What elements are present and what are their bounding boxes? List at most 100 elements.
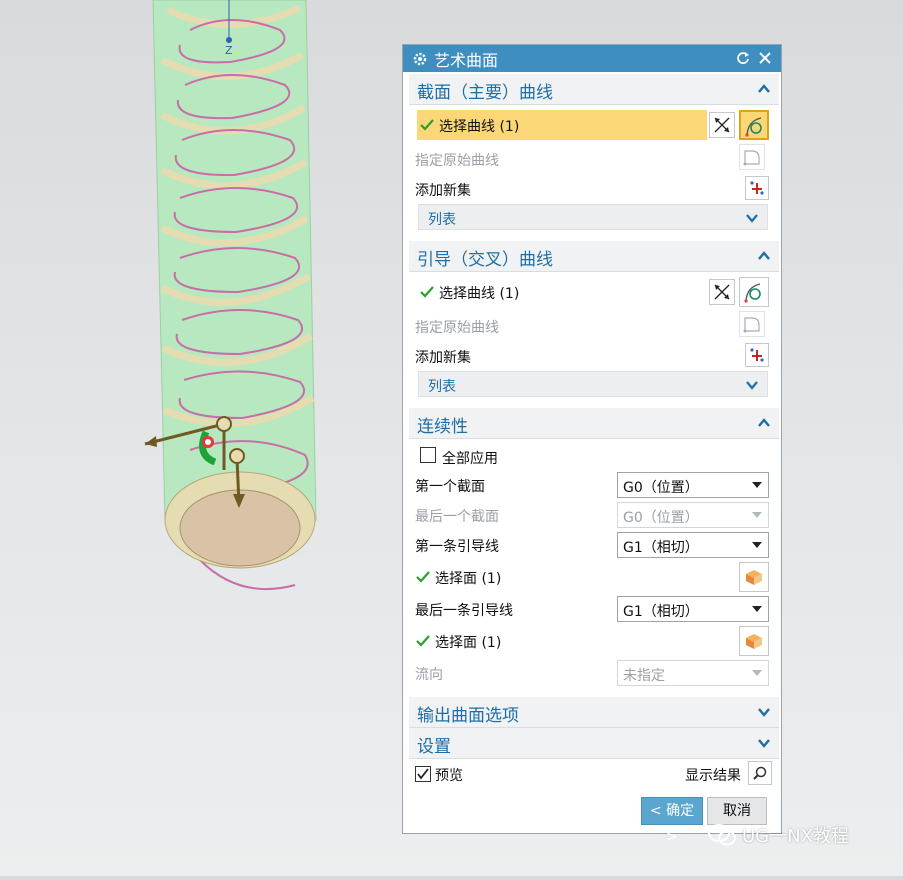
dropdown-arrow-icon xyxy=(752,542,762,548)
guide-original-curve-label: 指定原始曲线 xyxy=(415,320,499,336)
guide-curves-group: 引导（交叉）曲线 选择曲线 (1) 指定原始曲线 添加新集 列表 xyxy=(409,241,779,404)
flow-row: 流向 xyxy=(415,660,605,686)
guide-reverse-direction-button[interactable] xyxy=(709,279,735,305)
chevron-down-icon xyxy=(746,381,758,390)
reset-icon[interactable] xyxy=(735,50,751,66)
first-guide-row: 第一条引导线 xyxy=(415,532,605,558)
first-section-label: 第一个截面 xyxy=(415,479,485,495)
ok-button[interactable]: < 确定 > xyxy=(641,797,703,845)
output-options-header[interactable]: 输出曲面选项 xyxy=(409,697,779,728)
apply-all-label: 全部应用 xyxy=(442,451,498,467)
chevron-up-icon[interactable] xyxy=(757,82,771,96)
first-section-select[interactable]: G0（位置） xyxy=(617,472,769,498)
continuity-header[interactable]: 连续性 xyxy=(409,408,779,439)
guide-curve-selection-button[interactable] xyxy=(739,277,769,307)
guide-original-curve-row: 指定原始曲线 xyxy=(415,313,695,339)
flow-select: 未指定 xyxy=(617,660,769,686)
dropdown-arrow-icon xyxy=(752,512,762,518)
last-guide-face-label: 选择面 (1) xyxy=(435,635,502,651)
first-guide-select[interactable]: G1（相切） xyxy=(617,532,769,558)
section-original-curve-row: 指定原始曲线 xyxy=(415,146,695,172)
section-curves-title: 截面（主要）曲线 xyxy=(417,83,553,103)
dialog-title-bar[interactable]: 艺术曲面 xyxy=(403,45,781,72)
z-axis-label: Z xyxy=(225,44,233,57)
reverse-direction-icon xyxy=(714,117,730,133)
add-set-icon xyxy=(750,181,764,195)
section-add-set-button[interactable] xyxy=(745,176,769,200)
first-section-value: G0（位置） xyxy=(623,480,699,496)
checkmark-icon xyxy=(417,768,429,780)
curve-select-icon xyxy=(744,283,761,303)
chevron-up-icon[interactable] xyxy=(757,249,771,263)
guide-curves-title: 引导（交叉）曲线 xyxy=(417,250,553,270)
section-add-set-row: 添加新集 xyxy=(415,176,695,202)
show-result-label: 显示结果 xyxy=(685,768,741,784)
first-guide-label: 第一条引导线 xyxy=(415,539,499,555)
chevron-down-icon[interactable] xyxy=(757,736,771,750)
output-options-group: 输出曲面选项 xyxy=(409,697,779,728)
section-original-curve-label: 指定原始曲线 xyxy=(415,153,499,169)
first-guide-face-button[interactable] xyxy=(739,562,769,592)
section-list-toggle[interactable]: 列表 xyxy=(418,204,768,230)
close-icon[interactable] xyxy=(757,50,773,66)
continuity-title: 连续性 xyxy=(417,417,468,437)
last-guide-face-row[interactable]: 选择面 (1) xyxy=(413,626,703,656)
reverse-direction-icon xyxy=(714,284,730,300)
first-guide-value: G1（相切） xyxy=(623,540,699,556)
settings-group: 设置 xyxy=(409,728,779,759)
section-select-curve-label: 选择曲线 (1) xyxy=(439,119,520,135)
last-guide-face-button[interactable] xyxy=(739,626,769,656)
curve-selection-button[interactable] xyxy=(739,110,769,140)
guide-add-set-row: 添加新集 xyxy=(415,343,695,369)
output-options-title: 输出曲面选项 xyxy=(417,706,519,726)
guide-list-toggle[interactable]: 列表 xyxy=(418,371,768,397)
face-select-icon xyxy=(746,634,762,649)
watermark: UG一NX教程 xyxy=(708,822,849,848)
apply-all-row: 全部应用 xyxy=(442,444,592,470)
last-section-label: 最后一个截面 xyxy=(415,509,499,525)
guide-original-curve-button[interactable] xyxy=(739,311,765,337)
flow-label: 流向 xyxy=(415,667,443,683)
wechat-logo-icon xyxy=(708,824,736,846)
guide-list-label: 列表 xyxy=(428,379,456,395)
check-icon xyxy=(416,571,430,583)
settings-header[interactable]: 设置 xyxy=(409,728,779,759)
section-curves-group: 截面（主要）曲线 选择曲线 (1) 指定原始曲线 添加新集 列表 xyxy=(409,74,779,237)
preview-checkbox[interactable] xyxy=(415,766,431,782)
section-add-set-label: 添加新集 xyxy=(415,183,471,199)
magnifier-icon xyxy=(753,766,767,780)
last-guide-select[interactable]: G1（相切） xyxy=(617,596,769,622)
first-section-row: 第一个截面 xyxy=(415,472,605,498)
guide-add-set-button[interactable] xyxy=(745,343,769,367)
reverse-direction-button[interactable] xyxy=(709,112,735,138)
section-curves-header[interactable]: 截面（主要）曲线 xyxy=(409,74,779,105)
watermark-text: UG一NX教程 xyxy=(742,826,849,847)
first-guide-face-row[interactable]: 选择面 (1) xyxy=(413,562,703,592)
check-icon xyxy=(420,119,434,131)
chevron-down-icon[interactable] xyxy=(757,705,771,719)
last-guide-value: G1（相切） xyxy=(623,604,699,620)
curve-corner-icon xyxy=(743,150,760,166)
chevron-up-icon[interactable] xyxy=(757,416,771,430)
last-section-row: 最后一个截面 xyxy=(415,502,605,528)
chevron-down-icon xyxy=(746,214,758,223)
cancel-button[interactable]: 取消 xyxy=(707,797,767,825)
curve-select-icon xyxy=(745,117,762,137)
section-select-curve-row[interactable]: 选择曲线 (1) xyxy=(417,110,707,140)
dropdown-arrow-icon xyxy=(752,482,762,488)
first-guide-face-label: 选择面 (1) xyxy=(435,571,502,587)
show-result-button[interactable] xyxy=(748,761,772,785)
guide-select-curve-row[interactable]: 选择曲线 (1) xyxy=(417,277,707,307)
continuity-group: 连续性 全部应用 第一个截面 G0（位置） 最后一个截面 G0（位置） 第一条引… xyxy=(409,408,779,694)
curve-corner-icon xyxy=(743,317,760,333)
settings-title: 设置 xyxy=(417,737,451,757)
last-guide-row: 最后一条引导线 xyxy=(415,596,605,622)
section-list-label: 列表 xyxy=(428,212,456,228)
apply-all-checkbox[interactable] xyxy=(420,447,436,463)
guide-select-curve-label: 选择曲线 (1) xyxy=(439,286,520,302)
z-axis-dot xyxy=(226,37,232,43)
guide-curves-header[interactable]: 引导（交叉）曲线 xyxy=(409,241,779,272)
flow-value: 未指定 xyxy=(623,668,665,684)
section-original-curve-button[interactable] xyxy=(739,144,765,170)
dropdown-arrow-icon xyxy=(752,606,762,612)
